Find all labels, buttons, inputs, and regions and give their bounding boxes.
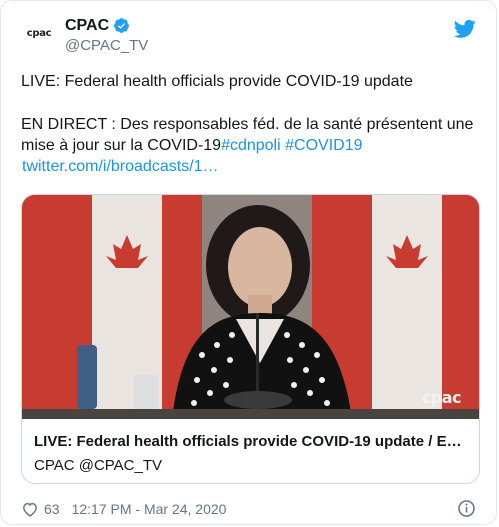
tweet-text-french: EN DIRECT : Des responsables féd. de la … [21,114,481,156]
tweet-text-english: LIVE: Federal health officials provide C… [21,73,413,90]
tweet-header: cpac CPAC @CPAC_TV [21,15,476,63]
tweet-text: LIVE: Federal health officials provide C… [21,71,481,177]
broadcast-link[interactable]: twitter.com/i/broadcasts/1… [22,158,219,175]
media-title[interactable]: LIVE: Federal health officials provide C… [34,432,467,451]
info-icon[interactable] [457,499,476,518]
timestamp[interactable]: 12:17 PM - Mar 24, 2020 [72,501,227,517]
author-block[interactable]: CPAC @CPAC_TV [65,15,148,56]
twitter-bird-icon[interactable] [454,19,476,39]
author-handle[interactable]: @CPAC_TV [65,36,148,56]
tweet-link-row: twitter.com/i/broadcasts/1… [22,156,481,177]
avatar[interactable]: cpac [21,15,57,51]
author-name[interactable]: CPAC [65,15,109,36]
media-card[interactable]: cpac LIVE: Federal health officials prov… [21,194,480,484]
hashtag-cdnpoli[interactable]: #cdnpoli [221,137,281,154]
avatar-logo-text: cpac [26,27,52,39]
hashtag-covid19[interactable]: #COVID19 [285,137,362,154]
press-conference-scene [22,195,479,419]
heart-icon[interactable] [21,501,39,517]
broadcast-preview-image[interactable]: cpac [22,195,479,419]
media-caption[interactable]: LIVE: Federal health officials provide C… [22,419,479,483]
cpac-watermark: cpac [421,388,462,407]
verified-badge-icon [114,18,130,33]
tweet-card[interactable]: cpac CPAC @CPAC_TV LIVE: Federal health … [0,0,497,525]
tweet-footer: 63 12:17 PM - Mar 24, 2020 [21,498,476,520]
like-count[interactable]: 63 [44,501,60,517]
media-source: CPAC @CPAC_TV [34,457,163,474]
author-name-row: CPAC [65,15,148,36]
